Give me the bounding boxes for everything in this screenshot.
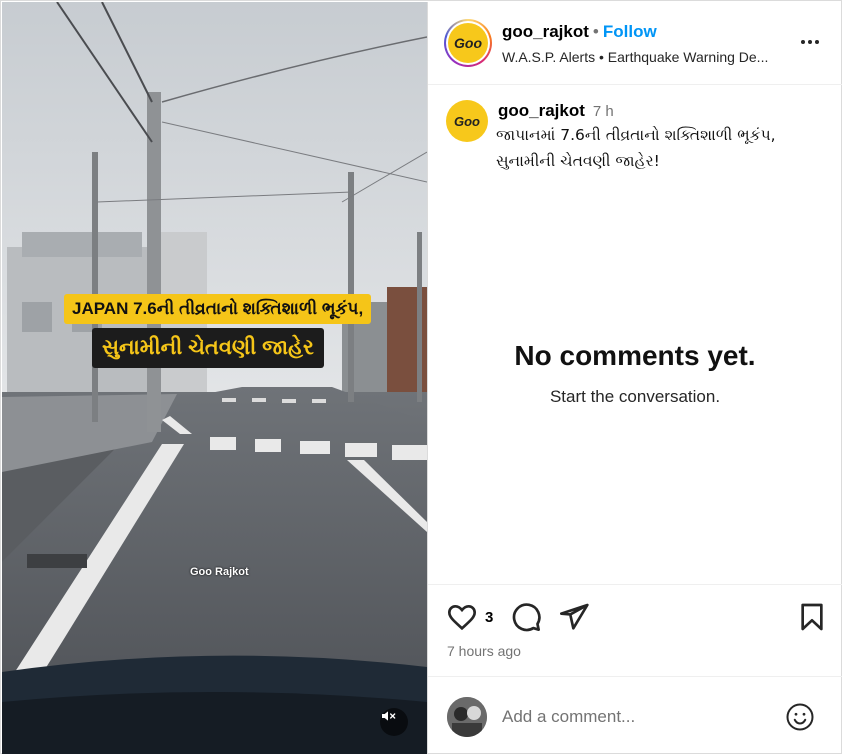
no-comments-subtitle: Start the conversation.	[549, 387, 721, 406]
bookmark-icon	[801, 603, 823, 631]
audio-attribution[interactable]: W.A.S.P. Alerts • Earthquake Warning De.…	[502, 49, 792, 65]
current-user-avatar	[447, 697, 487, 737]
comment-input[interactable]	[502, 702, 772, 732]
post-age[interactable]: 7 hours ago	[447, 643, 521, 659]
author-avatar[interactable]: Goo	[444, 19, 492, 67]
separator-dot: •	[592, 22, 599, 41]
goo-logo: Goo	[448, 23, 488, 63]
emoji-icon	[786, 703, 814, 731]
more-options-button[interactable]	[796, 28, 824, 56]
mute-button[interactable]	[380, 708, 408, 736]
caption-username[interactable]: goo_rajkot	[498, 101, 585, 120]
author-username[interactable]: goo_rajkot	[502, 22, 589, 41]
caption-avatar[interactable]: Goo	[446, 100, 488, 142]
caption-author: goo_rajkot 7 h	[498, 101, 614, 121]
caption-time[interactable]: 7 h	[593, 103, 614, 120]
post-side-panel: Goo goo_rajkot • Follow W.A.S.P. Alerts • …	[427, 2, 842, 754]
post-actions: 3 7 hours ago	[428, 584, 842, 677]
comment-button[interactable]	[510, 601, 542, 633]
post-header: Goo goo_rajkot • Follow W.A.S.P. Alerts • …	[428, 2, 842, 85]
save-button[interactable]	[796, 601, 828, 633]
follow-button[interactable]: Follow	[603, 22, 657, 41]
author-line: goo_rajkot • Follow	[502, 22, 657, 42]
post-dialog: JAPAN 7.6ની તીવ્રતાનો શક્તિશાળી ભૂકંપ, સ…	[0, 0, 842, 754]
comment-icon	[512, 603, 541, 632]
heart-icon	[447, 604, 477, 631]
more-options-icon	[801, 40, 819, 44]
video-caption-line2: સુનામીની ચેતવણી જાહેર	[92, 328, 324, 368]
caption-text: જાપાનમાં 7.6ની તીવ્રતાનો શક્તિશાળી ભૂકંપ…	[496, 126, 776, 170]
post-video[interactable]: JAPAN 7.6ની તીવ્રતાનો શક્તિશાળી ભૂકંપ, સ…	[2, 2, 427, 754]
video-caption-line1: JAPAN 7.6ની તીવ્રતાનો શક્તિશાળી ભૂકંપ,	[64, 294, 372, 324]
video-watermark: Goo Rajkot	[190, 566, 249, 578]
share-button[interactable]	[558, 601, 590, 633]
comment-bar	[428, 676, 842, 755]
emoji-button[interactable]	[785, 702, 815, 732]
video-frame	[2, 2, 427, 754]
like-count[interactable]: 3	[485, 609, 493, 626]
speaker-muted-icon	[382, 711, 396, 721]
like-button[interactable]	[446, 601, 478, 633]
user-photo	[447, 697, 487, 737]
no-comments-title: No comments yet.	[514, 340, 756, 371]
share-icon	[560, 603, 589, 630]
